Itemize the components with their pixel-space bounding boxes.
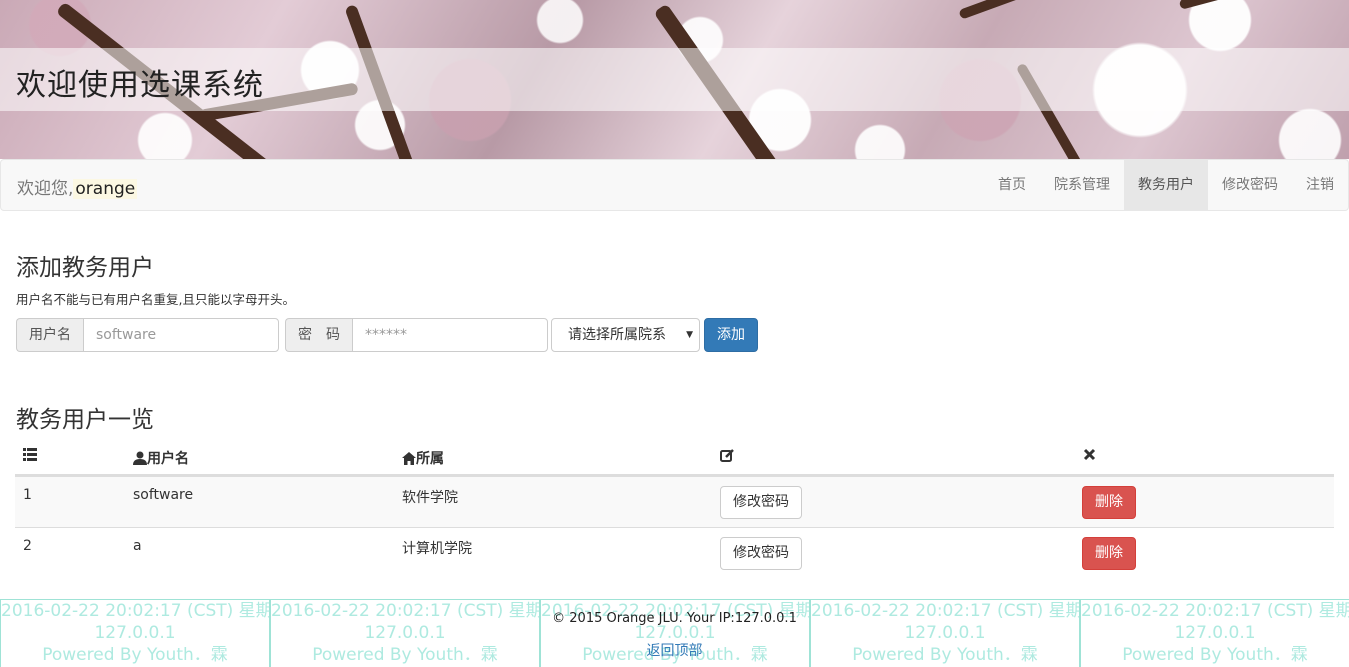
password-input-group: 密 码 — [285, 318, 548, 352]
close-icon — [1083, 448, 1096, 461]
column-username-label: 用户名 — [147, 451, 189, 467]
username-label: 用户名 — [16, 318, 83, 352]
add-button[interactable]: 添加 — [704, 318, 758, 352]
row-department: 计算机学院 — [402, 541, 472, 557]
user-icon — [133, 451, 147, 465]
table-row: 1 software 软件学院 修改密码 删除 — [15, 476, 1334, 527]
user-table: 用户名 所属 1 software 软件学院 修改密码 删除 2 a 计算机学院… — [15, 438, 1334, 578]
password-label: 密 码 — [285, 318, 352, 352]
page-title: 欢迎使用选课系统 — [16, 68, 264, 103]
username-input[interactable] — [83, 318, 279, 352]
back-to-top-link[interactable]: 返回顶部 — [0, 640, 1349, 660]
delete-button[interactable]: 删除 — [1082, 537, 1136, 570]
row-department: 软件学院 — [402, 490, 458, 506]
nav-menu: 首页 院系管理 教务用户 修改密码 注销 — [984, 160, 1348, 210]
home-icon — [402, 451, 416, 465]
welcome-prefix: 欢迎您, — [17, 179, 74, 199]
column-department: 所属 — [402, 448, 444, 468]
edit-icon — [720, 448, 735, 463]
navbar: 欢迎您, orange 首页 院系管理 教务用户 修改密码 注销 — [0, 159, 1349, 211]
row-username: a — [133, 538, 142, 554]
table-header: 用户名 所属 — [15, 438, 1334, 476]
row-index: 2 — [23, 538, 32, 554]
change-password-button[interactable]: 修改密码 — [720, 537, 802, 570]
table-row: 2 a 计算机学院 修改密码 删除 — [15, 527, 1334, 578]
nav-item-change-password[interactable]: 修改密码 — [1208, 160, 1292, 210]
username-input-group: 用户名 — [16, 318, 279, 352]
user-list-heading: 教务用户一览 — [16, 407, 154, 433]
column-username: 用户名 — [133, 448, 189, 468]
department-select-value: 请选择所属院系 — [568, 327, 666, 343]
row-index: 1 — [23, 487, 32, 503]
delete-button[interactable]: 删除 — [1082, 486, 1136, 519]
current-username: orange — [73, 179, 138, 199]
department-select[interactable]: 请选择所属院系 ▼ — [551, 318, 700, 352]
header-banner: 欢迎使用选课系统 — [0, 0, 1349, 159]
column-department-label: 所属 — [416, 451, 444, 467]
chevron-down-icon: ▼ — [686, 330, 693, 340]
password-input[interactable] — [352, 318, 548, 352]
add-user-heading: 添加教务用户 — [16, 255, 154, 281]
copyright-text: © 2015 Orange JLU. Your IP:127.0.0.1 — [552, 611, 797, 626]
change-password-button[interactable]: 修改密码 — [720, 486, 802, 519]
list-icon — [23, 448, 37, 461]
nav-item-department-management[interactable]: 院系管理 — [1040, 160, 1124, 210]
welcome-text: 欢迎您, orange — [17, 174, 138, 199]
add-user-hint: 用户名不能与已有用户名重复,且只能以字母开头。 — [16, 292, 295, 307]
row-username: software — [133, 487, 194, 503]
nav-item-admin-users[interactable]: 教务用户 — [1124, 160, 1208, 210]
nav-item-home[interactable]: 首页 — [984, 160, 1040, 210]
nav-item-logout[interactable]: 注销 — [1292, 160, 1348, 210]
